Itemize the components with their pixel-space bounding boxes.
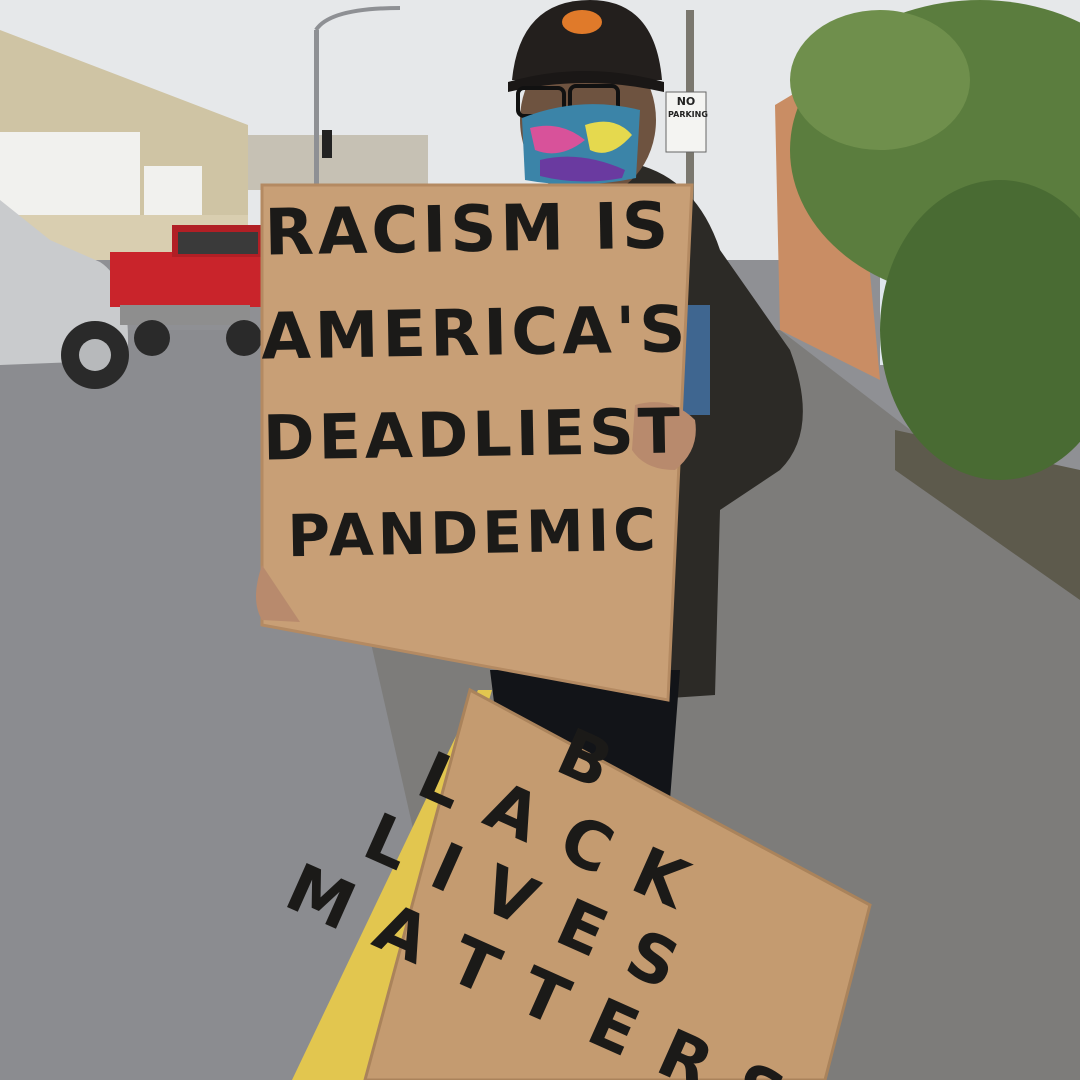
street-sign-line: NO (676, 95, 696, 108)
red-truck-wheel (134, 320, 170, 356)
distant-building (248, 135, 428, 190)
upper-sign-line: RACISM IS (263, 189, 673, 271)
left-building-windows (0, 132, 140, 220)
street-lamp-pole (314, 30, 319, 185)
traffic-light (322, 130, 332, 158)
street-sign-line: PARKING (668, 110, 708, 119)
red-truck (110, 252, 262, 307)
upper-sign-line: AMERICA'S (260, 293, 691, 375)
protest-photo: NO PARKING RACISM IS AMERICA'S DEADLIEST… (0, 0, 1080, 1080)
upper-sign-text: RACISM IS AMERICA'S DEADLIEST PANDEMIC (259, 189, 691, 571)
upper-sign-line: PANDEMIC (286, 495, 661, 571)
upper-sign-line: DEADLIEST (262, 394, 685, 475)
cap-logo (562, 10, 602, 34)
no-parking-sign-text: NO PARKING (668, 95, 708, 149)
